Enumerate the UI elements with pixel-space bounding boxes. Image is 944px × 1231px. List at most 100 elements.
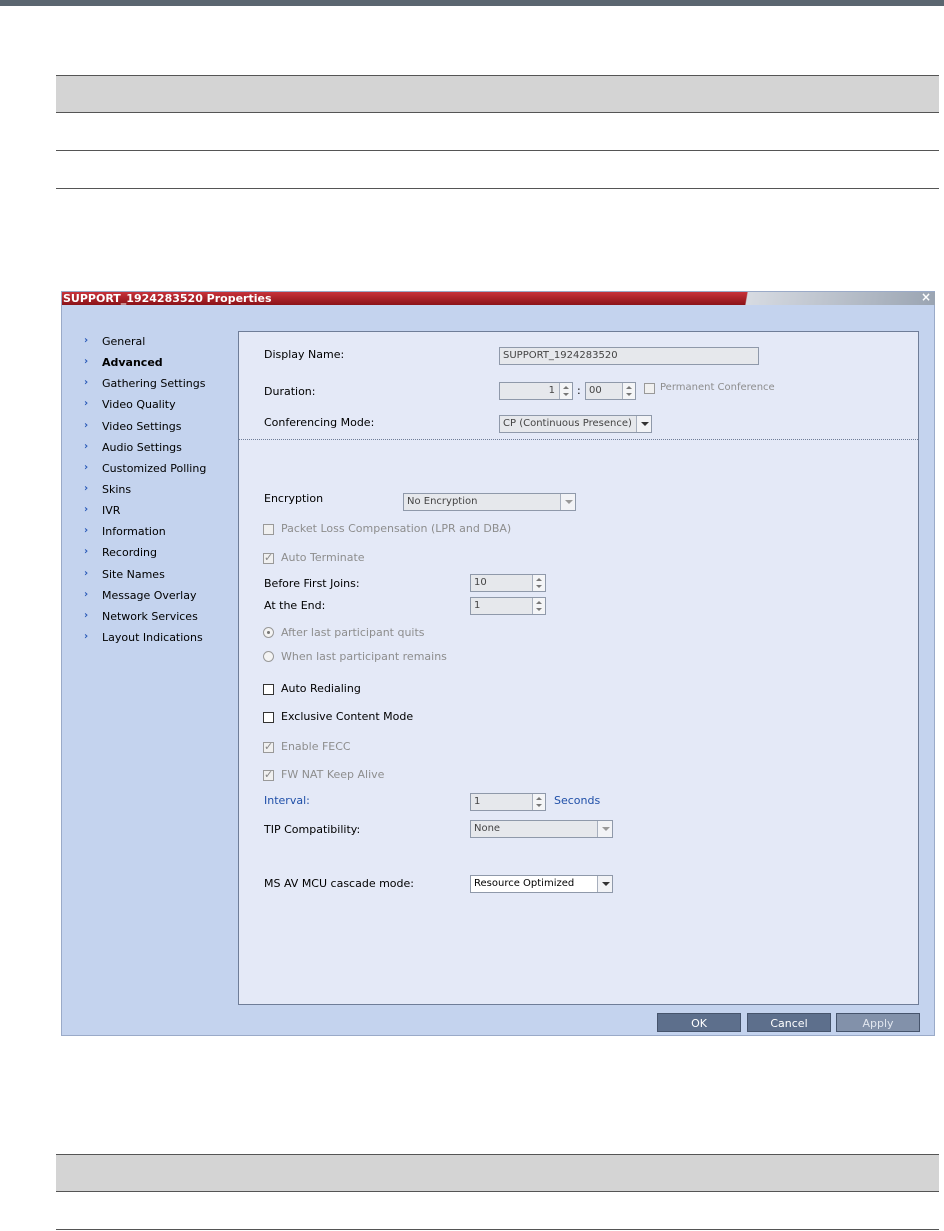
spinner-icon[interactable] [532,598,545,614]
before-first-joins-value: 10 [474,577,487,588]
duration-hours-value: 1 [548,385,555,396]
chevron-down-icon[interactable] [636,416,651,432]
chevron-right-icon: › [84,377,89,389]
spinner-icon[interactable] [622,383,635,399]
title-bar-fade [739,292,935,305]
auto-redialing-checkbox[interactable] [263,684,274,695]
encryption-label: Encryption [264,492,324,505]
sidebar-item-gathering-settings[interactable]: › Gathering Settings [82,374,242,395]
chevron-down-icon[interactable] [560,494,575,510]
document-table-top [56,75,939,189]
ms-av-mcu-value: Resource Optimized [474,878,575,889]
chevron-down-icon[interactable] [597,876,612,892]
when-last-remains-label: When last participant remains [281,650,447,663]
display-name-field[interactable]: SUPPORT_1924283520 [499,347,759,365]
chevron-right-icon: › [84,630,89,642]
sidebar-item-information[interactable]: › Information [82,522,242,543]
sidebar-item-label: Video Settings [102,419,182,433]
sidebar-item-general[interactable]: › General [82,332,242,353]
conferencing-mode-label: Conferencing Mode: [264,416,375,429]
document-table-bottom [56,1154,939,1230]
display-name-label: Display Name: [264,348,345,361]
fw-nat-checkbox[interactable]: ✓ [263,768,274,781]
auto-terminate-checkbox[interactable]: ✓ [263,551,274,564]
sidebar-item-label: Gathering Settings [102,377,206,391]
permanent-conference-checkbox[interactable] [644,383,655,394]
close-icon[interactable]: × [921,291,931,304]
sidebar-item-label: Video Quality [102,398,176,412]
chevron-right-icon: › [84,504,89,516]
ms-av-mcu-select[interactable]: Resource Optimized [470,875,613,893]
tip-compatibility-label: TIP Compatibility: [264,823,361,836]
tip-compatibility-select[interactable]: None [470,820,613,838]
table-row [56,1192,939,1230]
duration-label: Duration: [264,385,316,398]
sidebar-item-label: Site Names [102,567,165,581]
duration-hours-stepper[interactable]: 1 [499,382,573,400]
ok-button[interactable]: OK [657,1013,741,1032]
sidebar-item-audio-settings[interactable]: › Audio Settings [82,438,242,459]
auto-redialing-label: Auto Redialing [281,682,361,695]
packet-loss-label: Packet Loss Compensation (LPR and DBA) [281,522,512,535]
conferencing-mode-select[interactable]: CP (Continuous Presence) [499,415,652,433]
table-row [56,151,939,189]
sidebar-item-site-names[interactable]: › Site Names [82,565,242,586]
exclusive-content-checkbox[interactable] [263,712,274,723]
sidebar-item-label: Audio Settings [102,440,182,454]
duration-minutes-value: 00 [589,385,602,396]
after-last-quits-radio[interactable] [263,627,274,638]
sidebar-item-network-services[interactable]: › Network Services [82,607,242,628]
before-first-joins-stepper[interactable]: 10 [470,574,546,592]
sidebar-item-label: Information [102,525,166,539]
spinner-icon[interactable] [532,575,545,591]
seconds-label: Seconds [554,794,601,807]
apply-button[interactable]: Apply [836,1013,920,1032]
spinner-icon[interactable] [559,383,572,399]
sidebar-item-ivr[interactable]: › IVR [82,501,242,522]
enable-fecc-checkbox[interactable]: ✓ [263,740,274,753]
sidebar-item-label: Network Services [102,609,198,623]
chevron-right-icon: › [84,356,89,368]
sidebar-item-layout-indications[interactable]: › Layout Indications [82,628,242,649]
table-header-row [56,75,939,113]
radio-selected-dot [267,631,270,634]
chevron-right-icon: › [84,588,89,600]
chevron-right-icon: › [84,398,89,410]
chevron-right-icon: › [84,567,89,579]
sidebar-item-video-settings[interactable]: › Video Settings [82,417,242,438]
cancel-button[interactable]: Cancel [747,1013,831,1032]
exclusive-content-label: Exclusive Content Mode [281,710,414,723]
sidebar-item-video-quality[interactable]: › Video Quality [82,395,242,416]
chevron-down-icon[interactable] [597,821,612,837]
permanent-conference-label: Permanent Conference [660,382,775,393]
encryption-value: No Encryption [407,496,478,507]
packet-loss-checkbox[interactable] [263,524,274,535]
section-divider [239,439,918,440]
checkmark-icon: ✓ [264,551,274,564]
duration-separator: : [577,384,581,397]
advanced-settings-panel: Display Name: SUPPORT_1924283520 Duratio… [238,331,919,1005]
encryption-select[interactable]: No Encryption [403,493,576,511]
sidebar-item-skins[interactable]: › Skins [82,480,242,501]
ms-av-mcu-label: MS AV MCU cascade mode: [264,877,414,890]
checkmark-icon: ✓ [264,768,274,781]
at-the-end-stepper[interactable]: 1 [470,597,546,615]
interval-value: 1 [474,796,481,807]
spinner-icon[interactable] [532,794,545,810]
duration-minutes-stepper[interactable]: 00 [585,382,636,400]
fw-nat-label: FW NAT Keep Alive [281,768,385,781]
sidebar-item-label: Customized Polling [102,461,207,475]
dialog-title: SUPPORT_1924283520 Properties [63,292,272,305]
interval-stepper[interactable]: 1 [470,793,546,811]
at-the-end-value: 1 [474,600,481,611]
chevron-right-icon: › [84,419,89,431]
interval-label: Interval: [264,794,310,807]
sidebar-item-customized-polling[interactable]: › Customized Polling [82,459,242,480]
sidebar-item-recording[interactable]: › Recording [82,543,242,564]
table-header-row [56,1154,939,1192]
sidebar-item-advanced[interactable]: › Advanced [82,353,242,374]
table-row [56,113,939,151]
when-last-remains-radio[interactable] [263,651,274,662]
before-first-joins-label: Before First Joins: [264,577,360,590]
sidebar-item-message-overlay[interactable]: › Message Overlay [82,586,242,607]
